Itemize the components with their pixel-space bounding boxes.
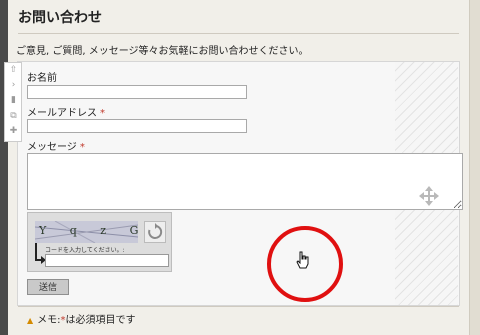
message-label: メッセージ * (27, 142, 85, 153)
page-title: お問い合わせ (18, 10, 102, 26)
warning-icon: ▲ (27, 316, 34, 325)
email-label: メールアドレス * (27, 108, 105, 119)
captcha-box: Y q z G c コードを入力してください。: (27, 212, 172, 272)
captcha-refresh-button[interactable] (144, 221, 166, 243)
hand-cursor-icon (296, 251, 309, 269)
required-note: ▲ メモ:*は必須項目です (27, 315, 136, 326)
intro-text: ご意見, ご質問, メッセージ等々お気軽にお問い合わせください。 (16, 46, 309, 57)
move-icon[interactable] (418, 185, 440, 207)
left-edge-bar (0, 0, 8, 335)
name-field[interactable] (27, 85, 247, 99)
required-mark: * (79, 142, 85, 153)
name-label: お名前 (27, 73, 57, 84)
plus-icon[interactable]: ✚ (9, 127, 18, 136)
note-divider (18, 306, 459, 307)
email-field[interactable] (27, 119, 247, 133)
trash-icon[interactable]: ▮ (9, 96, 18, 105)
captcha-code: Y q z G c (39, 224, 138, 237)
message-field[interactable] (27, 153, 463, 210)
captcha-hint: コードを入力してください。: (45, 247, 125, 254)
title-divider (18, 33, 459, 34)
right-scroll-gutter[interactable] (469, 0, 480, 335)
copy-icon[interactable]: ⧉ (9, 112, 18, 121)
captcha-image: Y q z G c (35, 221, 138, 243)
block-toolbar: ⇧ › ▮ ⧉ ✚ (4, 62, 22, 142)
submit-button[interactable]: 送信 (27, 279, 69, 295)
captcha-input[interactable] (45, 254, 169, 267)
arrow-right-icon[interactable]: › (9, 81, 18, 90)
refresh-icon (148, 223, 163, 239)
arrow-up-icon[interactable]: ⇧ (9, 66, 18, 75)
required-mark: * (100, 108, 105, 119)
